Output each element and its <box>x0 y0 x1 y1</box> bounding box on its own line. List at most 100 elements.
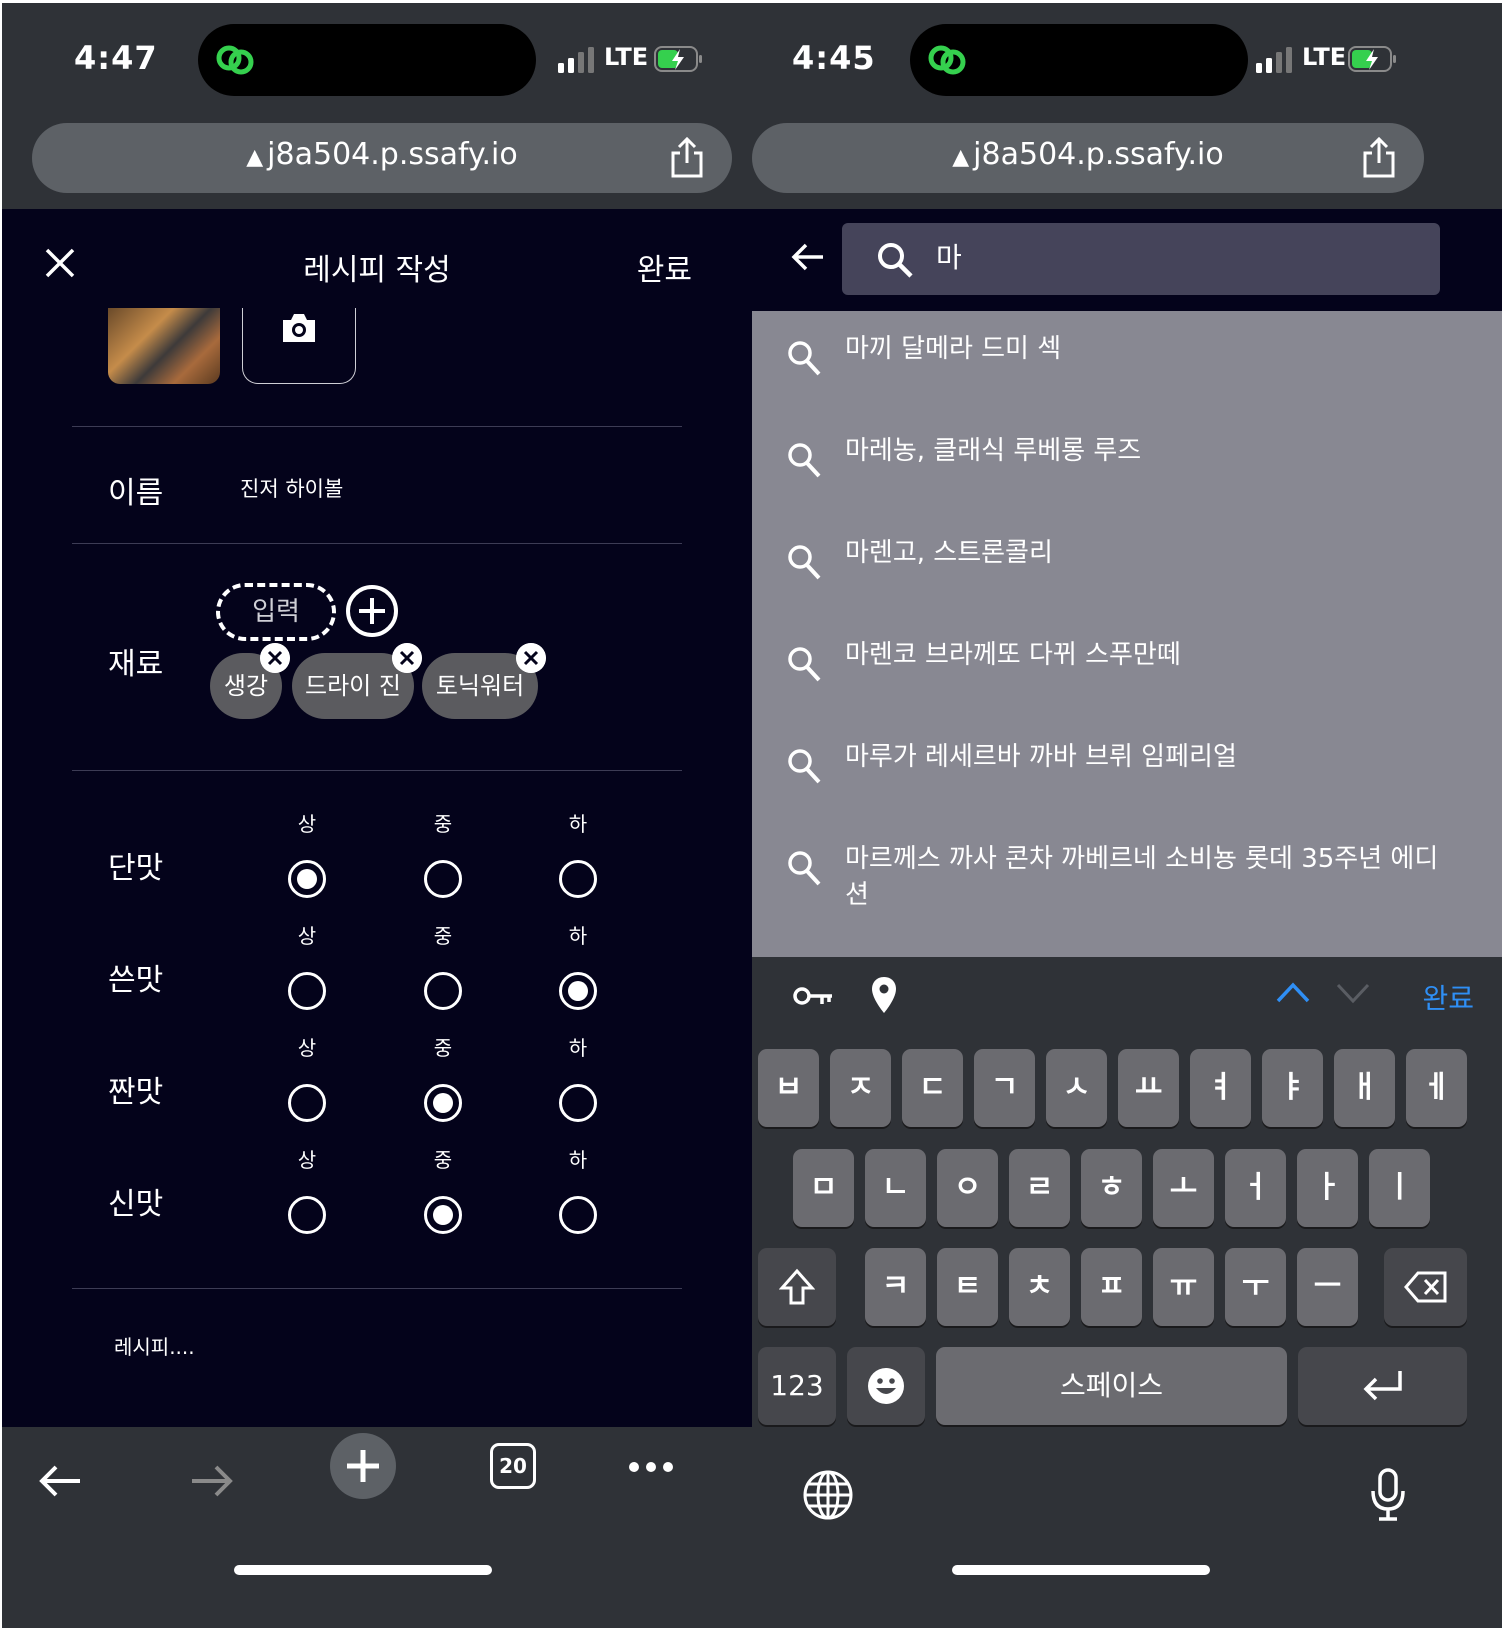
level-mid: 중 <box>433 924 453 948</box>
key[interactable]: ㄴ <box>865 1149 926 1227</box>
browser-toolbar: 20 <box>2 1427 752 1628</box>
suggestion-item[interactable]: 마루가 레세르바 까바 브뤼 임페리얼 <box>752 719 1502 821</box>
url-text: j8a504.p.ssafy.io <box>267 137 518 172</box>
backspace-key[interactable] <box>1384 1248 1467 1326</box>
key[interactable]: ㅔ <box>1406 1049 1467 1127</box>
backspace-icon <box>1404 1271 1447 1303</box>
remove-icon[interactable] <box>516 643 546 673</box>
level-high: 상 <box>297 1036 317 1060</box>
name-value[interactable]: 진저 하이볼 <box>240 473 343 503</box>
search-box[interactable] <box>842 223 1440 295</box>
recipe-textarea[interactable]: 레시피.... <box>114 1331 195 1360</box>
key[interactable]: ㅋ <box>865 1248 926 1326</box>
signal-icon <box>1256 47 1292 73</box>
numbers-key[interactable]: 123 <box>758 1347 836 1425</box>
search-icon <box>788 851 821 886</box>
back-arrow-icon[interactable] <box>38 1463 84 1499</box>
ingredients-label: 재료 <box>108 647 164 682</box>
key[interactable]: ㅈ <box>830 1049 891 1127</box>
ingredient-input[interactable]: 입력 <box>216 583 336 641</box>
address-bar[interactable]: ▲ j8a504.p.ssafy.io <box>752 123 1424 193</box>
search-icon <box>788 647 821 682</box>
key[interactable]: ㅁ <box>793 1149 854 1227</box>
key[interactable]: ㅗ <box>1153 1149 1214 1227</box>
sweet-high-radio[interactable] <box>288 860 326 898</box>
key[interactable]: ㅕ <box>1190 1049 1251 1127</box>
level-mid: 중 <box>433 812 453 836</box>
key[interactable]: ㅐ <box>1334 1049 1395 1127</box>
suggestion-item[interactable]: 마레농, 클래식 루베롱 루즈 <box>752 413 1502 515</box>
key[interactable]: ㅌ <box>937 1248 998 1326</box>
key[interactable]: ㅓ <box>1225 1149 1286 1227</box>
keyboard-done-button[interactable]: 완료 <box>1422 977 1474 1017</box>
suggestion-item[interactable]: 마르께스 까사 콘차 까베르네 소비뇽 롯데 35주년 에디션 <box>752 821 1502 951</box>
key[interactable]: ㅇ <box>937 1149 998 1227</box>
forward-arrow-icon[interactable] <box>188 1463 234 1499</box>
bitter-low-radio[interactable] <box>559 972 597 1010</box>
sour-mid-radio[interactable] <box>424 1196 462 1234</box>
new-tab-icon[interactable] <box>330 1433 396 1499</box>
sour-low-radio[interactable] <box>559 1196 597 1234</box>
chip-label: 생강 <box>223 672 269 700</box>
remove-icon[interactable] <box>260 643 290 673</box>
shift-key[interactable] <box>758 1248 836 1326</box>
suggestion-text: 마끼 달메라 드미 섹 <box>845 334 1062 364</box>
key[interactable]: ㅎ <box>1081 1149 1142 1227</box>
link-icon <box>928 45 966 75</box>
key-icon[interactable] <box>792 983 834 1009</box>
remove-icon[interactable] <box>392 643 422 673</box>
level-low: 하 <box>568 812 588 836</box>
key[interactable]: ㅛ <box>1118 1049 1179 1127</box>
level-low: 하 <box>568 1148 588 1172</box>
chevron-up-icon[interactable] <box>1276 981 1310 1003</box>
more-icon[interactable] <box>628 1461 674 1473</box>
search-icon <box>788 341 821 376</box>
key[interactable]: ㅠ <box>1153 1248 1214 1326</box>
suggestion-item[interactable]: 마렌고, 스트론콜리 <box>752 515 1502 617</box>
salty-mid-radio[interactable] <box>424 1084 462 1122</box>
key[interactable]: ㅡ <box>1297 1248 1358 1326</box>
back-arrow-icon[interactable] <box>790 239 826 275</box>
sweet-mid-radio[interactable] <box>424 860 462 898</box>
emoji-key[interactable] <box>847 1347 925 1425</box>
key[interactable]: ㅂ <box>758 1049 819 1127</box>
suggestion-item[interactable]: 마끼 달메라 드미 섹 <box>752 311 1502 413</box>
recipe-photo-thumbnail[interactable] <box>108 308 220 384</box>
battery-icon <box>654 46 702 72</box>
key[interactable]: ㅊ <box>1009 1248 1070 1326</box>
key[interactable]: ㅣ <box>1369 1149 1430 1227</box>
bitter-mid-radio[interactable] <box>424 972 462 1010</box>
location-pin-icon[interactable] <box>870 975 898 1015</box>
done-button[interactable]: 완료 <box>637 245 692 289</box>
key[interactable]: ㅍ <box>1081 1248 1142 1326</box>
space-key[interactable]: 스페이스 <box>936 1347 1287 1425</box>
salty-high-radio[interactable] <box>288 1084 326 1122</box>
url-text: j8a504.p.ssafy.io <box>973 137 1224 172</box>
sweet-low-radio[interactable] <box>559 860 597 898</box>
key[interactable]: ㄹ <box>1009 1149 1070 1227</box>
address-bar[interactable]: ▲ j8a504.p.ssafy.io <box>32 123 732 193</box>
key[interactable]: ㄱ <box>974 1049 1035 1127</box>
return-key[interactable] <box>1298 1347 1467 1425</box>
add-ingredient-icon[interactable] <box>344 583 400 639</box>
korean-keyboard: ㅂ ㅈ ㄷ ㄱ ㅅ ㅛ ㅕ ㅑ ㅐ ㅔ ㅁ ㄴ ㅇ ㄹ ㅎ ㅗ ㅓ ㅏ ㅣ ㅋ … <box>752 1037 1502 1628</box>
share-icon[interactable] <box>668 135 706 179</box>
key[interactable]: ㅏ <box>1297 1149 1358 1227</box>
tab-count-icon[interactable]: 20 <box>490 1443 536 1489</box>
suggestion-item[interactable]: 마렌코 브라께또 다뀌 스푸만떼 <box>752 617 1502 719</box>
key[interactable]: ㄷ <box>902 1049 963 1127</box>
search-input[interactable] <box>936 239 1416 272</box>
salty-low-radio[interactable] <box>559 1084 597 1122</box>
key[interactable]: ㅜ <box>1225 1248 1286 1326</box>
add-photo-button[interactable] <box>242 308 356 384</box>
ingredient-chip: 드라이 진 <box>292 643 422 719</box>
globe-icon[interactable] <box>802 1469 854 1521</box>
bitter-high-radio[interactable] <box>288 972 326 1010</box>
sour-high-radio[interactable] <box>288 1196 326 1234</box>
search-icon <box>878 243 913 278</box>
chevron-down-icon[interactable] <box>1336 983 1370 1005</box>
share-icon[interactable] <box>1360 135 1398 179</box>
key[interactable]: ㅅ <box>1046 1049 1107 1127</box>
key[interactable]: ㅑ <box>1262 1049 1323 1127</box>
microphone-icon[interactable] <box>1368 1467 1408 1523</box>
